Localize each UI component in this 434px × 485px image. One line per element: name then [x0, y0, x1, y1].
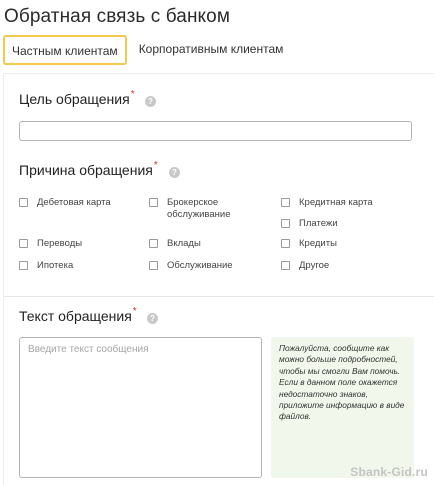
- checkbox-label: Другое: [299, 260, 330, 271]
- checkbox[interactable]: [19, 239, 28, 248]
- message-hint: Пожалуйста, сообщите как можно больше по…: [271, 337, 414, 478]
- tab-corporate-clients[interactable]: Корпоративным клиентам: [131, 35, 292, 65]
- checkbox-label: Платежи: [299, 218, 338, 229]
- message-label: Текст обращения*: [19, 306, 137, 324]
- reason-option-loans[interactable]: Кредиты: [281, 238, 337, 250]
- checkbox-label: Дебетовая карта: [37, 197, 111, 208]
- purpose-input[interactable]: [19, 121, 412, 141]
- checkbox-label: Кредитная карта: [299, 197, 373, 208]
- client-type-tabs: Частным клиентам Корпоративным клиентам: [3, 35, 291, 65]
- checkbox[interactable]: [149, 198, 158, 207]
- reason-option-mortgage[interactable]: Ипотека: [19, 260, 73, 272]
- reason-option-transfers[interactable]: Переводы: [19, 238, 82, 250]
- reason-option-service[interactable]: Обслуживание: [149, 260, 233, 272]
- help-icon[interactable]: ?: [147, 313, 158, 324]
- required-mark: *: [153, 160, 158, 171]
- checkbox-label: Кредиты: [299, 238, 337, 249]
- required-mark: *: [130, 89, 135, 100]
- checkbox[interactable]: [149, 239, 158, 248]
- checkbox-label: Переводы: [37, 238, 83, 249]
- watermark: Sbank-Gid.ru: [350, 465, 428, 479]
- reason-label: Причина обращения*: [19, 160, 158, 178]
- reason-label-text: Причина обращения: [19, 162, 153, 178]
- checkbox[interactable]: [281, 261, 290, 270]
- reason-option-other[interactable]: Другое: [281, 260, 329, 272]
- checkbox-label: Ипотека: [37, 260, 74, 271]
- purpose-label-text: Цель обращения: [19, 91, 130, 107]
- checkbox-label: Вклады: [167, 238, 201, 249]
- reason-option-brokerage[interactable]: Брокерское обслуживание: [149, 197, 269, 221]
- reason-option-deposits[interactable]: Вклады: [149, 238, 201, 250]
- checkbox[interactable]: [19, 261, 28, 270]
- purpose-label: Цель обращения*: [19, 89, 135, 107]
- checkbox[interactable]: [19, 198, 28, 207]
- checkbox-label: Брокерское обслуживание: [167, 197, 231, 220]
- required-mark: *: [132, 306, 137, 317]
- reason-option-payments[interactable]: Платежи: [281, 218, 338, 230]
- checkbox[interactable]: [281, 239, 290, 248]
- checkbox-label: Обслуживание: [167, 260, 233, 271]
- help-icon[interactable]: ?: [145, 96, 156, 107]
- reason-option-debit-card[interactable]: Дебетовая карта: [19, 197, 111, 209]
- checkbox[interactable]: [149, 261, 158, 270]
- message-textarea[interactable]: [19, 337, 262, 478]
- section-divider: [3, 296, 434, 297]
- page-title: Обратная связь с банком: [4, 6, 231, 27]
- help-icon[interactable]: ?: [169, 167, 180, 178]
- checkbox[interactable]: [281, 219, 290, 228]
- checkbox[interactable]: [281, 198, 290, 207]
- message-label-text: Текст обращения: [19, 308, 132, 324]
- tab-private-clients[interactable]: Частным клиентам: [3, 35, 127, 65]
- reason-option-credit-card[interactable]: Кредитная карта: [281, 197, 373, 209]
